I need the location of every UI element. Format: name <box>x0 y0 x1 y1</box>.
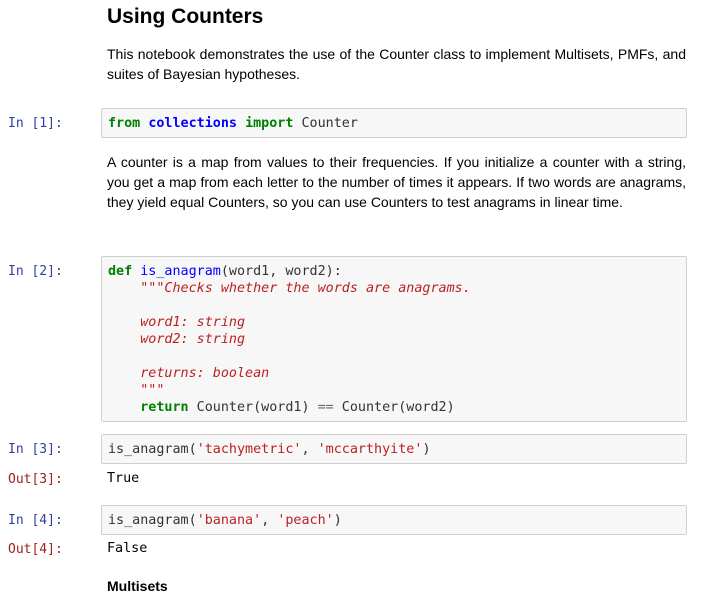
code-token: """Checks whether the words are anagrams… <box>140 281 471 296</box>
input-prompt-2: In [2]: <box>8 264 63 279</box>
section-heading-multisets: Multisets <box>107 578 168 594</box>
code-token: Counter(word2) <box>333 400 455 415</box>
code-line: word2: string <box>108 331 680 348</box>
output-3: True <box>107 471 140 486</box>
code-line: returns: boolean <box>108 365 680 382</box>
input-prompt-1: In [1]: <box>8 116 63 131</box>
input-prompt-4: In [4]: <box>8 513 63 528</box>
intro-text: This notebook demonstrates the use of th… <box>107 46 686 82</box>
code-token: """ <box>140 383 165 398</box>
code-token: , <box>301 442 318 457</box>
code-token: word2: string <box>140 332 246 347</box>
code-token: 'banana' <box>196 513 262 528</box>
code-line: from collections import Counter <box>108 115 680 132</box>
page-title: Using Counters <box>107 5 264 28</box>
code-editor-4[interactable]: is_anagram('banana', 'peach') <box>102 506 686 534</box>
code-token: ) <box>422 442 431 457</box>
code-line: word1: string <box>108 314 680 331</box>
code-line: is_anagram('tachymetric', 'mccarthyite') <box>108 441 680 458</box>
code-token: (word1, word2): <box>220 264 342 279</box>
code-token: , <box>261 513 278 528</box>
code-token: is_anagram( <box>108 513 197 528</box>
code-token: is_anagram <box>140 264 221 279</box>
explanation-text: A counter is a map from values to their … <box>107 154 686 210</box>
code-token: 'tachymetric' <box>196 442 302 457</box>
code-token: returns: boolean <box>140 366 270 381</box>
output-prompt-3: Out[3]: <box>8 472 63 487</box>
code-token: ) <box>333 513 342 528</box>
code-cell-2[interactable]: def is_anagram(word1, word2): """Checks … <box>101 256 687 422</box>
code-editor-1[interactable]: from collections import Counter <box>102 109 686 137</box>
code-token: is_anagram( <box>108 442 197 457</box>
code-cell-1[interactable]: from collections import Counter <box>101 108 687 138</box>
code-token: Counter <box>293 116 358 131</box>
code-editor-3[interactable]: is_anagram('tachymetric', 'mccarthyite') <box>102 435 686 463</box>
code-line: def is_anagram(word1, word2): <box>108 263 680 280</box>
output-prompt-4: Out[4]: <box>8 542 63 557</box>
code-editor-2[interactable]: def is_anagram(word1, word2): """Checks … <box>102 257 686 421</box>
code-line: """Checks whether the words are anagrams… <box>108 280 680 297</box>
code-token: from <box>108 116 141 131</box>
code-line: """ <box>108 382 680 399</box>
output-4: False <box>107 541 148 556</box>
code-token: import <box>245 116 294 131</box>
code-token: == <box>317 400 334 415</box>
code-token: word1: string <box>140 315 246 330</box>
code-line: return Counter(word1) == Counter(word2) <box>108 399 680 416</box>
input-prompt-3: In [3]: <box>8 442 63 457</box>
code-token: collections <box>148 116 237 131</box>
code-line: is_anagram('banana', 'peach') <box>108 512 680 529</box>
code-token: 'peach' <box>277 513 334 528</box>
code-cell-4[interactable]: is_anagram('banana', 'peach') <box>101 505 687 535</box>
code-cell-3[interactable]: is_anagram('tachymetric', 'mccarthyite') <box>101 434 687 464</box>
code-token: 'mccarthyite' <box>317 442 423 457</box>
code-token: def <box>108 264 133 279</box>
code-token: Counter(word1) <box>188 400 318 415</box>
code-token: return <box>140 400 189 415</box>
